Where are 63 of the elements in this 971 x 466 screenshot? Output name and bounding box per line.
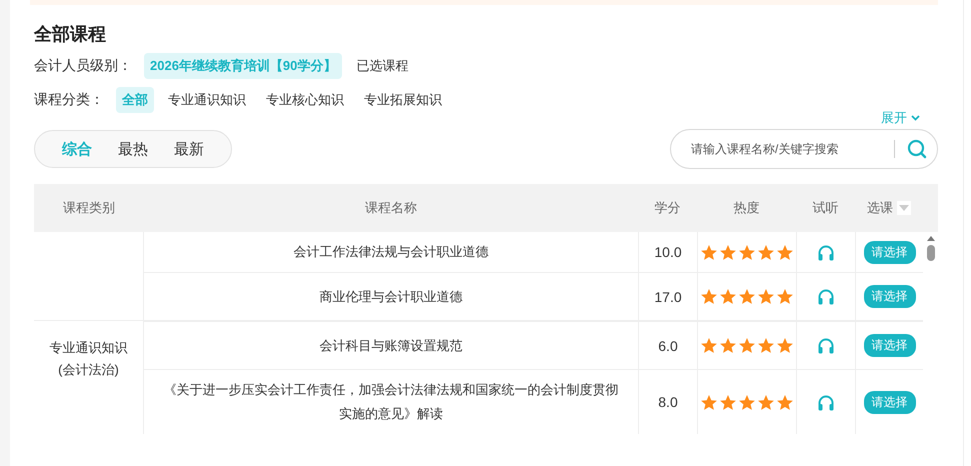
headphones-icon[interactable]	[817, 337, 835, 354]
headphones-icon[interactable]	[817, 288, 835, 305]
search-icon[interactable]	[907, 139, 927, 159]
star-icon	[776, 337, 794, 354]
select-button[interactable]: 请选择	[864, 334, 916, 357]
scroll-up-icon[interactable]	[926, 236, 934, 241]
star-icon	[700, 337, 718, 354]
scroll-thumb[interactable]	[926, 245, 934, 261]
category-option[interactable]: 专业核心知识	[260, 87, 350, 113]
expand-button[interactable]: 展开	[881, 109, 938, 127]
star-icon	[776, 288, 794, 305]
course-name: 会计工作法律法规与会计职业道德	[294, 243, 488, 261]
credit-cell: 10.0	[654, 244, 682, 260]
select-button[interactable]: 请选择	[864, 390, 916, 414]
filter-label: 会计人员级别：	[34, 57, 132, 75]
category-option[interactable]: 专业拓展知识	[358, 87, 448, 113]
column-header: 选课	[867, 199, 893, 217]
sort-tab[interactable]: 最热	[105, 140, 161, 158]
star-icon	[757, 394, 775, 410]
level-option[interactable]: 已选课程	[350, 53, 414, 79]
star-icon	[700, 244, 718, 260]
select-button[interactable]: 请选择	[864, 285, 916, 308]
headphones-icon[interactable]	[817, 244, 835, 260]
headphones-icon[interactable]	[817, 394, 835, 410]
star-icon	[700, 288, 718, 305]
column-header: 课程类别	[62, 199, 116, 217]
star-icon	[738, 394, 756, 410]
column-header: 热度	[732, 199, 760, 217]
course-name: 会计科目与账簿设置规范	[320, 336, 462, 354]
search-field[interactable]: 请输入课程名称/关键字搜索	[670, 129, 938, 169]
column-header: 学分	[654, 199, 682, 217]
star-icon	[757, 288, 775, 305]
level-option[interactable]: 2026年继续教育培训【90学分】	[144, 53, 342, 79]
star-icon	[776, 244, 794, 260]
category-cell-text: 专业通识知识(会计法治)	[48, 339, 128, 379]
star-icon	[719, 288, 737, 305]
star-icon	[757, 337, 775, 354]
sort-tab[interactable]: 综合	[49, 140, 105, 158]
star-icon	[700, 394, 718, 410]
star-icon	[719, 244, 737, 260]
select-button[interactable]: 请选择	[864, 240, 916, 264]
category-option[interactable]: 全部	[116, 87, 154, 113]
category-option[interactable]: 专业通识知识	[162, 87, 252, 113]
credit-cell: 8.0	[658, 394, 678, 410]
star-icon	[738, 244, 756, 260]
course-name: 《关于进一步压实会计工作责任，加强会计法律法规和国家统一的会计制度贯彻实施的意见》解读	[162, 381, 620, 423]
star-icon	[738, 288, 756, 305]
credit-cell: 17.0	[654, 288, 682, 304]
credit-cell: 6.0	[658, 338, 678, 354]
star-icon	[719, 337, 737, 354]
sort-tab[interactable]: 最新	[161, 140, 217, 158]
star-icon	[776, 394, 794, 410]
page-title: 全部课程	[34, 23, 107, 46]
star-icon	[719, 394, 737, 410]
dropdown-icon[interactable]	[897, 201, 911, 215]
star-icon	[738, 337, 756, 354]
chevron-down-icon	[911, 115, 920, 121]
course-name: 商业伦理与会计职业道德	[320, 288, 462, 306]
search-input[interactable]: 请输入课程名称/关键字搜索	[689, 141, 888, 157]
column-header: 试听	[812, 199, 840, 217]
column-header: 课程名称	[364, 199, 418, 217]
star-icon	[757, 244, 775, 260]
filter-label: 课程分类：	[34, 91, 104, 109]
